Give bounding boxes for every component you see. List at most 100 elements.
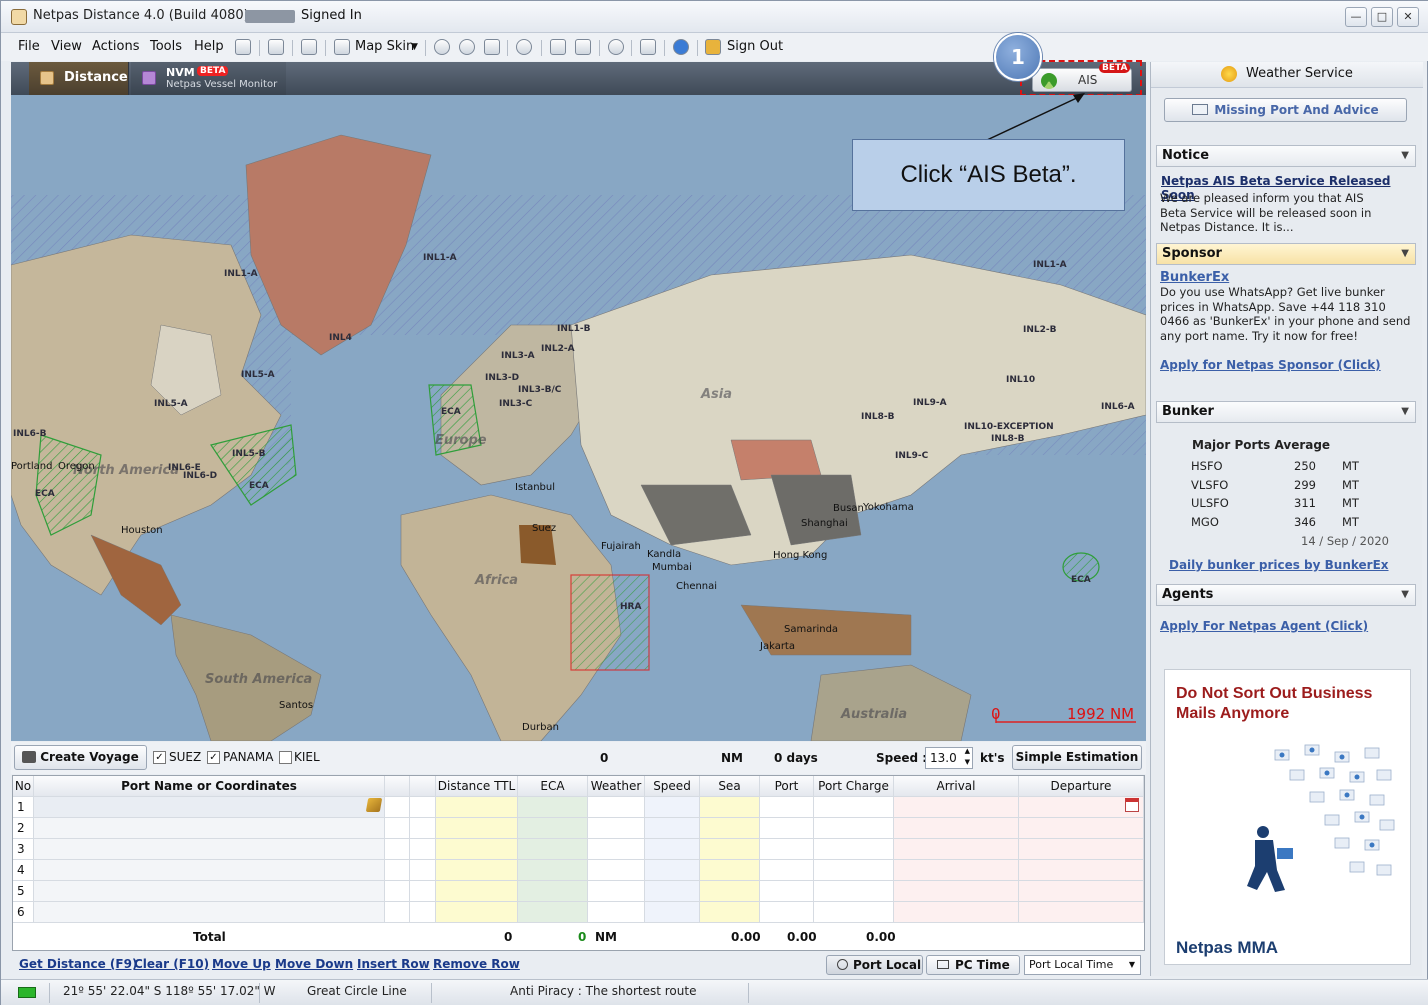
mail-icon[interactable]: [235, 39, 251, 55]
city-label[interactable]: Mumbai: [652, 562, 692, 573]
city-label[interactable]: Durban: [522, 722, 559, 733]
move-up-link[interactable]: Move Up: [212, 957, 271, 971]
clear-link[interactable]: Clear (F10): [134, 957, 209, 971]
grid-cell[interactable]: [814, 818, 894, 839]
apply-sponsor-link[interactable]: Apply for Netpas Sponsor (Click): [1160, 358, 1381, 372]
grid-cell[interactable]: [410, 797, 436, 818]
menu-view[interactable]: View: [51, 39, 82, 54]
bunker-drop-icon[interactable]: [608, 39, 624, 55]
city-label[interactable]: Suez: [532, 523, 556, 534]
grid-cell[interactable]: [34, 818, 385, 839]
grid-cell[interactable]: [436, 818, 518, 839]
grid-cell[interactable]: [588, 797, 645, 818]
grid-cell[interactable]: [700, 797, 760, 818]
grid-cell[interactable]: [760, 881, 814, 902]
grid-cell[interactable]: [436, 839, 518, 860]
menu-file[interactable]: File: [18, 39, 40, 54]
grid-cell[interactable]: [700, 818, 760, 839]
sign-out-button[interactable]: Sign Out: [727, 39, 783, 54]
menu-help[interactable]: Help: [194, 39, 224, 54]
grid-cell[interactable]: [894, 902, 1019, 923]
advertisement-banner[interactable]: Do Not Sort Out Business Mails Anymore N…: [1164, 669, 1411, 965]
grid-cell[interactable]: [385, 839, 410, 860]
grid-cell[interactable]: [1019, 818, 1144, 839]
grid-cell[interactable]: [385, 818, 410, 839]
eca-icon[interactable]: [575, 39, 591, 55]
agents-section-header[interactable]: Agents ▼: [1156, 584, 1416, 606]
grid-cell[interactable]: [700, 881, 760, 902]
grid-cell[interactable]: [518, 860, 588, 881]
menu-actions[interactable]: Actions: [92, 39, 140, 54]
city-label[interactable]: Shanghai: [801, 518, 848, 529]
city-label[interactable]: Fujairah: [601, 541, 641, 552]
grid-cell[interactable]: [760, 839, 814, 860]
grid-cell[interactable]: [588, 902, 645, 923]
grid-cell[interactable]: [700, 860, 760, 881]
grid-cell[interactable]: [588, 818, 645, 839]
insert-row-link[interactable]: Insert Row: [357, 957, 430, 971]
grid-cell[interactable]: [410, 881, 436, 902]
grid-cell[interactable]: [814, 902, 894, 923]
pc-time-button[interactable]: PC Time: [926, 955, 1020, 975]
piracy-icon[interactable]: [516, 39, 532, 55]
grid-cell[interactable]: [1019, 902, 1144, 923]
vessel-icon[interactable]: [640, 39, 656, 55]
grid-cell[interactable]: [760, 860, 814, 881]
grid-cell[interactable]: [1019, 860, 1144, 881]
time-mode-select[interactable]: Port Local Time ▼: [1024, 955, 1141, 975]
missing-port-button[interactable]: Missing Port And Advice: [1164, 98, 1407, 122]
minimize-button[interactable]: —: [1345, 7, 1367, 27]
panama-checkbox[interactable]: ✓: [207, 751, 220, 764]
city-label[interactable]: Yokohama: [863, 502, 914, 513]
remove-row-link[interactable]: Remove Row: [433, 957, 520, 971]
sponsor-section-header[interactable]: Sponsor ▼: [1156, 243, 1416, 265]
kiel-checkbox[interactable]: [279, 751, 292, 764]
grid-cell[interactable]: [700, 902, 760, 923]
grid-cell[interactable]: [645, 797, 700, 818]
grid-cell[interactable]: [700, 839, 760, 860]
grid-cell[interactable]: [645, 902, 700, 923]
grid-cell[interactable]: [645, 839, 700, 860]
grid-cell[interactable]: [894, 818, 1019, 839]
grid-cell[interactable]: [410, 902, 436, 923]
bunker-prices-link[interactable]: Daily bunker prices by BunkerEx: [1169, 558, 1389, 572]
grid-cell[interactable]: [894, 881, 1019, 902]
weather-service-header[interactable]: Weather Service: [1151, 62, 1423, 88]
map-skin-dropdown[interactable]: Map Skin: [355, 39, 414, 54]
grid-cell[interactable]: [814, 881, 894, 902]
edit-pencil-icon[interactable]: [365, 798, 383, 812]
bunker-section-header[interactable]: Bunker ▼: [1156, 401, 1416, 423]
grid-cell[interactable]: [760, 818, 814, 839]
print-icon[interactable]: [301, 39, 317, 55]
menu-tools[interactable]: Tools: [150, 39, 182, 54]
grid-cell[interactable]: [410, 839, 436, 860]
city-label[interactable]: Samarinda: [784, 624, 838, 635]
grid-cell[interactable]: [814, 860, 894, 881]
speed-input[interactable]: 13.0 ▲ ▼: [925, 747, 973, 769]
grid-cell[interactable]: [518, 797, 588, 818]
fit-map-icon[interactable]: [484, 39, 500, 55]
chevron-down-icon[interactable]: ▼: [411, 42, 418, 52]
get-distance-link[interactable]: Get Distance (F9): [19, 957, 137, 971]
grid-cell[interactable]: [34, 881, 385, 902]
calendar-icon[interactable]: [1125, 798, 1139, 812]
search-ports-icon[interactable]: [268, 39, 284, 55]
grid-cell[interactable]: [894, 797, 1019, 818]
city-label[interactable]: Chennai: [676, 581, 717, 592]
grid-cell[interactable]: [385, 881, 410, 902]
move-down-link[interactable]: Move Down: [275, 957, 353, 971]
grid-cell[interactable]: [760, 797, 814, 818]
grid-cell[interactable]: [645, 818, 700, 839]
grid-cell[interactable]: [436, 860, 518, 881]
route-icon[interactable]: [550, 39, 566, 55]
grid-cell[interactable]: [814, 797, 894, 818]
grid-cell[interactable]: [645, 881, 700, 902]
city-label[interactable]: Santos: [279, 700, 313, 711]
simple-estimation-button[interactable]: Simple Estimation: [1012, 745, 1142, 770]
grid-cell[interactable]: [436, 797, 518, 818]
grid-cell[interactable]: [760, 902, 814, 923]
grid-cell[interactable]: [34, 902, 385, 923]
grid-cell[interactable]: [34, 839, 385, 860]
grid-cell[interactable]: [385, 860, 410, 881]
grid-cell[interactable]: [518, 818, 588, 839]
